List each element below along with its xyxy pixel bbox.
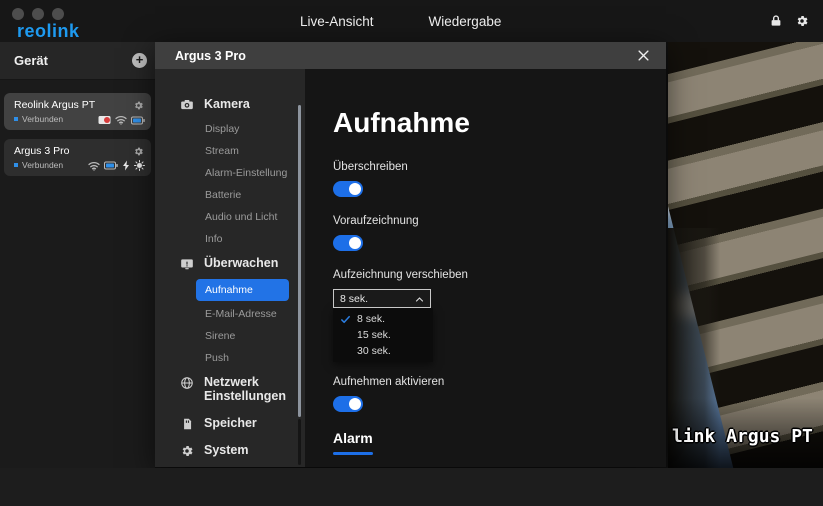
menu-item-info[interactable]: Info	[155, 228, 305, 250]
aufzeichnung-verschieben-label: Aufzeichnung verschieben	[333, 269, 666, 281]
monitor-icon	[180, 257, 194, 271]
charging-bolt-icon	[122, 160, 130, 171]
camera-osd-text: link Argus PT	[672, 426, 813, 447]
menu-item-sirene[interactable]: Sirene	[155, 325, 305, 347]
window-minimize-button[interactable]	[32, 8, 44, 20]
window-close-button[interactable]	[12, 8, 24, 20]
battery-icon	[131, 116, 145, 125]
sd-card-icon	[98, 115, 111, 125]
menu-section-label: Überwachen	[204, 256, 278, 270]
voraufzeichnung-label: Voraufzeichnung	[333, 215, 666, 227]
dialog-header: Argus 3 Pro	[155, 42, 666, 69]
dropdown-option-8-sek[interactable]: 8 sek.	[333, 311, 433, 327]
alarm-underline	[333, 452, 373, 455]
menu-section-system[interactable]: System	[155, 437, 305, 464]
storage-icon	[180, 417, 194, 431]
delay-dropdown-menu: 8 sek. 15 sek. 30 sek.	[333, 308, 433, 362]
device-name: Argus 3 Pro	[14, 145, 69, 157]
wifi-icon	[88, 161, 100, 171]
delay-select-value: 8 sek.	[340, 293, 368, 305]
window-controls	[12, 8, 64, 20]
menu-item-push[interactable]: Push	[155, 347, 305, 369]
top-bar: reolink Live-Ansicht Wiedergabe	[0, 0, 823, 42]
app-window: reolink Live-Ansicht Wiedergabe Gerät +	[0, 0, 823, 506]
tab-live-ansicht[interactable]: Live-Ansicht	[300, 14, 374, 29]
menu-section-label: System	[204, 443, 248, 457]
gear-icon[interactable]	[795, 14, 809, 28]
menu-section-label: Speicher	[204, 416, 257, 430]
battery-icon	[104, 161, 118, 170]
lock-icon[interactable]	[769, 14, 783, 28]
main-tabs: Live-Ansicht Wiedergabe	[300, 0, 501, 42]
menu-item-stream[interactable]: Stream	[155, 140, 305, 162]
settings-menu: Kamera Display Stream Alarm-Einstellung …	[155, 69, 305, 467]
connected-status-dot	[14, 163, 18, 167]
gear-icon	[180, 444, 194, 458]
menu-section-label: Netzwerk Einstellungen	[204, 375, 286, 404]
dropdown-option-15-sek[interactable]: 15 sek.	[333, 327, 433, 343]
player-bar	[0, 468, 823, 506]
menu-section-speicher[interactable]: Speicher	[155, 410, 305, 437]
page-title: Aufnahme	[333, 107, 666, 139]
menu-scrollbar-track	[298, 419, 301, 465]
device-status: Verbunden	[22, 114, 63, 124]
device-panel: Gerät + Reolink Argus PT Verbunden	[0, 42, 155, 468]
aufnehmen-aktivieren-toggle[interactable]	[333, 396, 363, 412]
reolink-logo: reolink	[17, 21, 80, 42]
close-icon[interactable]	[636, 48, 651, 63]
tab-wiedergabe[interactable]: Wiedergabe	[429, 14, 502, 29]
dropdown-option-30-sek[interactable]: 30 sek.	[333, 343, 433, 359]
menu-section-ueberwachen[interactable]: Überwachen	[155, 250, 305, 277]
aufnehmen-aktivieren-label: Aufnehmen aktivieren	[333, 376, 666, 388]
menu-item-email-adresse[interactable]: E-Mail-Adresse	[155, 303, 305, 325]
check-icon	[340, 314, 351, 325]
settings-dialog: Argus 3 Pro Kamera Display Stream Alarm-…	[155, 42, 666, 467]
menu-item-display[interactable]: Display	[155, 118, 305, 140]
connected-status-dot	[14, 117, 18, 121]
device-settings-gear-icon[interactable]	[133, 144, 144, 155]
menu-section-label: Kamera	[204, 97, 250, 111]
add-device-button[interactable]: +	[132, 53, 147, 68]
device-name: Reolink Argus PT	[14, 99, 95, 111]
sun-icon	[134, 160, 145, 171]
ueberschreiben-label: Überschreiben	[333, 161, 666, 173]
delay-select[interactable]: 8 sek.	[333, 289, 431, 308]
voraufzeichnung-toggle[interactable]	[333, 235, 363, 251]
device-settings-gear-icon[interactable]	[133, 98, 144, 109]
menu-section-netzwerk[interactable]: Netzwerk Einstellungen	[155, 369, 293, 410]
menu-section-kamera[interactable]: Kamera	[155, 91, 305, 118]
dialog-title: Argus 3 Pro	[175, 49, 246, 63]
device-panel-title: Gerät	[14, 53, 48, 68]
device-status: Verbunden	[22, 160, 63, 170]
chevron-up-icon	[415, 295, 424, 304]
camera-icon	[180, 98, 194, 112]
alarm-section-title: Alarm	[333, 430, 666, 446]
live-view-video[interactable]: link Argus PT	[668, 42, 823, 468]
menu-item-batterie[interactable]: Batterie	[155, 184, 305, 206]
window-zoom-button[interactable]	[52, 8, 64, 20]
globe-icon	[180, 376, 194, 390]
menu-item-aufnahme-selected[interactable]: Aufnahme	[196, 279, 289, 301]
aufnahme-settings-panel: Aufnahme Überschreiben Voraufzeichnung A…	[305, 69, 666, 467]
wifi-icon	[115, 115, 127, 125]
menu-scrollbar-thumb[interactable]	[298, 105, 301, 417]
menu-item-alarm-einstellung[interactable]: Alarm-Einstellung	[155, 162, 305, 184]
ueberschreiben-toggle[interactable]	[333, 181, 363, 197]
menu-item-audio-und-licht[interactable]: Audio und Licht	[155, 206, 305, 228]
device-card-reolink-argus-pt[interactable]: Reolink Argus PT Verbunden	[4, 93, 151, 130]
device-card-argus-3-pro[interactable]: Argus 3 Pro Verbunden	[4, 139, 151, 176]
